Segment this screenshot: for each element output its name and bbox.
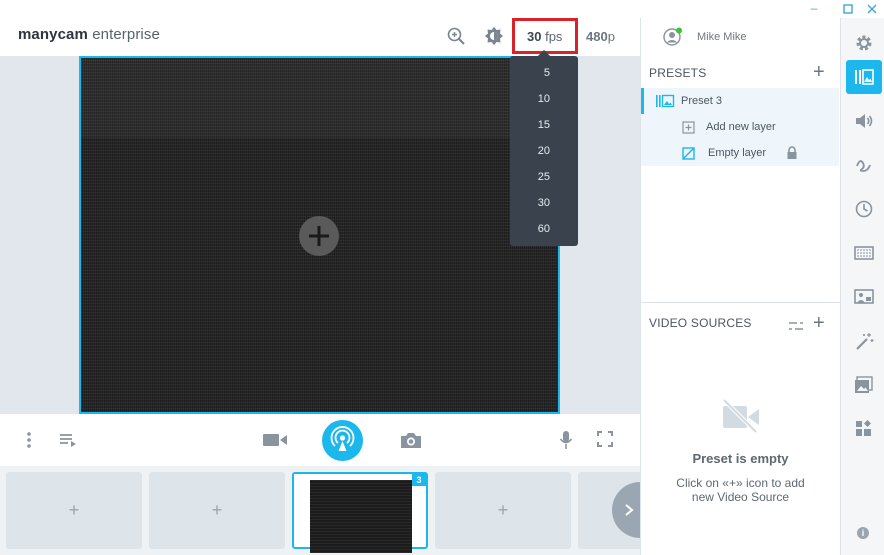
right-panel: PRESETS + Preset 3 Add new layer Empty l… — [640, 56, 840, 555]
add-preset-slot[interactable] — [149, 472, 285, 549]
zoom-icon[interactable] — [446, 26, 466, 46]
time-icon[interactable] — [846, 192, 882, 226]
broadcast-button[interactable] — [322, 420, 363, 461]
microphone-icon[interactable] — [558, 429, 574, 451]
chroma-key-icon[interactable] — [846, 236, 882, 270]
audio-icon[interactable] — [846, 104, 882, 138]
images-icon[interactable] — [846, 368, 882, 402]
empty-layer-icon — [682, 147, 695, 160]
chevron-right-icon — [625, 504, 634, 516]
drawing-icon[interactable] — [846, 148, 882, 182]
more-options-icon[interactable] — [22, 430, 36, 450]
brightness-icon[interactable] — [484, 26, 504, 46]
fullscreen-icon[interactable] — [596, 430, 614, 448]
fps-option[interactable]: 10 — [510, 86, 578, 112]
add-preset-slot[interactable] — [435, 472, 571, 549]
presets-title: PRESETS — [649, 66, 707, 80]
fps-option[interactable]: 20 — [510, 138, 578, 164]
effects-wand-icon[interactable] — [846, 324, 882, 358]
active-preset-slot[interactable]: 3 — [292, 472, 428, 553]
preset-item[interactable]: Preset 3 — [641, 88, 839, 114]
empty-state-description: Click on «+» icon to add new Video Sourc… — [641, 476, 840, 504]
add-preset-slot[interactable] — [6, 472, 142, 549]
resolution-selector[interactable]: 480p — [586, 29, 615, 44]
video-off-icon — [721, 398, 761, 439]
info-icon[interactable]: i — [857, 527, 869, 539]
broadcast-icon — [330, 426, 355, 451]
fps-selector[interactable]: 30 fps — [527, 29, 562, 44]
preset-thumbnail — [310, 480, 412, 553]
main-video-preview[interactable] — [79, 56, 560, 414]
video-noise-band — [81, 58, 558, 138]
fps-option[interactable]: 15 — [510, 112, 578, 138]
video-camera-icon[interactable] — [262, 430, 288, 450]
app-logo: manycam enterprise — [18, 26, 160, 43]
add-layer-item[interactable]: Add new layer — [641, 114, 839, 140]
presets-tab-icon[interactable] — [846, 60, 882, 94]
minimize-icon[interactable]: – — [804, 0, 824, 18]
sort-icon[interactable] — [788, 318, 804, 336]
fps-option[interactable]: 60 — [510, 216, 578, 242]
right-icon-rail — [840, 18, 884, 555]
user-name[interactable]: Mike Mike — [697, 31, 747, 43]
add-preset-plus-icon[interactable]: + — [813, 62, 825, 82]
user-bar: Mike Mike — [640, 18, 840, 56]
lock-icon[interactable] — [786, 146, 798, 160]
fps-option[interactable]: 30 — [510, 190, 578, 216]
bottom-toolbar — [0, 414, 640, 466]
preset-number-badge: 3 — [412, 474, 426, 486]
fps-option[interactable]: 5 — [510, 60, 578, 86]
empty-state-title: Preset is empty — [692, 451, 789, 466]
fps-dropdown: 5 10 15 20 25 30 60 — [510, 50, 578, 246]
empty-state-line: Click on «+» icon to add — [676, 476, 805, 490]
settings-icon[interactable] — [846, 26, 882, 60]
layer-name: Empty layer — [708, 147, 767, 159]
layer-item[interactable]: Empty layer — [641, 140, 839, 166]
add-source-button[interactable] — [299, 216, 339, 256]
fps-option[interactable]: 25 — [510, 164, 578, 190]
title-bar: – — [0, 0, 884, 18]
preset-icon — [656, 94, 675, 108]
empty-state-line: new Video Source — [691, 490, 790, 504]
add-layer-label: Add new layer — [706, 121, 776, 133]
widgets-icon[interactable] — [846, 412, 882, 446]
video-sources-title: VIDEO SOURCES — [649, 316, 752, 330]
preset-strip: 3 — [0, 466, 640, 555]
add-video-source-plus-icon[interactable]: + — [813, 313, 825, 333]
maximize-icon[interactable] — [838, 0, 858, 18]
lower-thirds-icon[interactable] — [846, 280, 882, 314]
user-avatar-icon[interactable] — [663, 27, 683, 52]
add-layer-icon — [682, 121, 695, 134]
preset-name: Preset 3 — [681, 95, 722, 107]
close-icon[interactable] — [862, 0, 882, 18]
snapshot-camera-icon[interactable] — [399, 429, 423, 451]
playlist-icon[interactable] — [58, 430, 78, 450]
panel-divider — [641, 302, 840, 303]
plus-icon — [309, 226, 329, 246]
